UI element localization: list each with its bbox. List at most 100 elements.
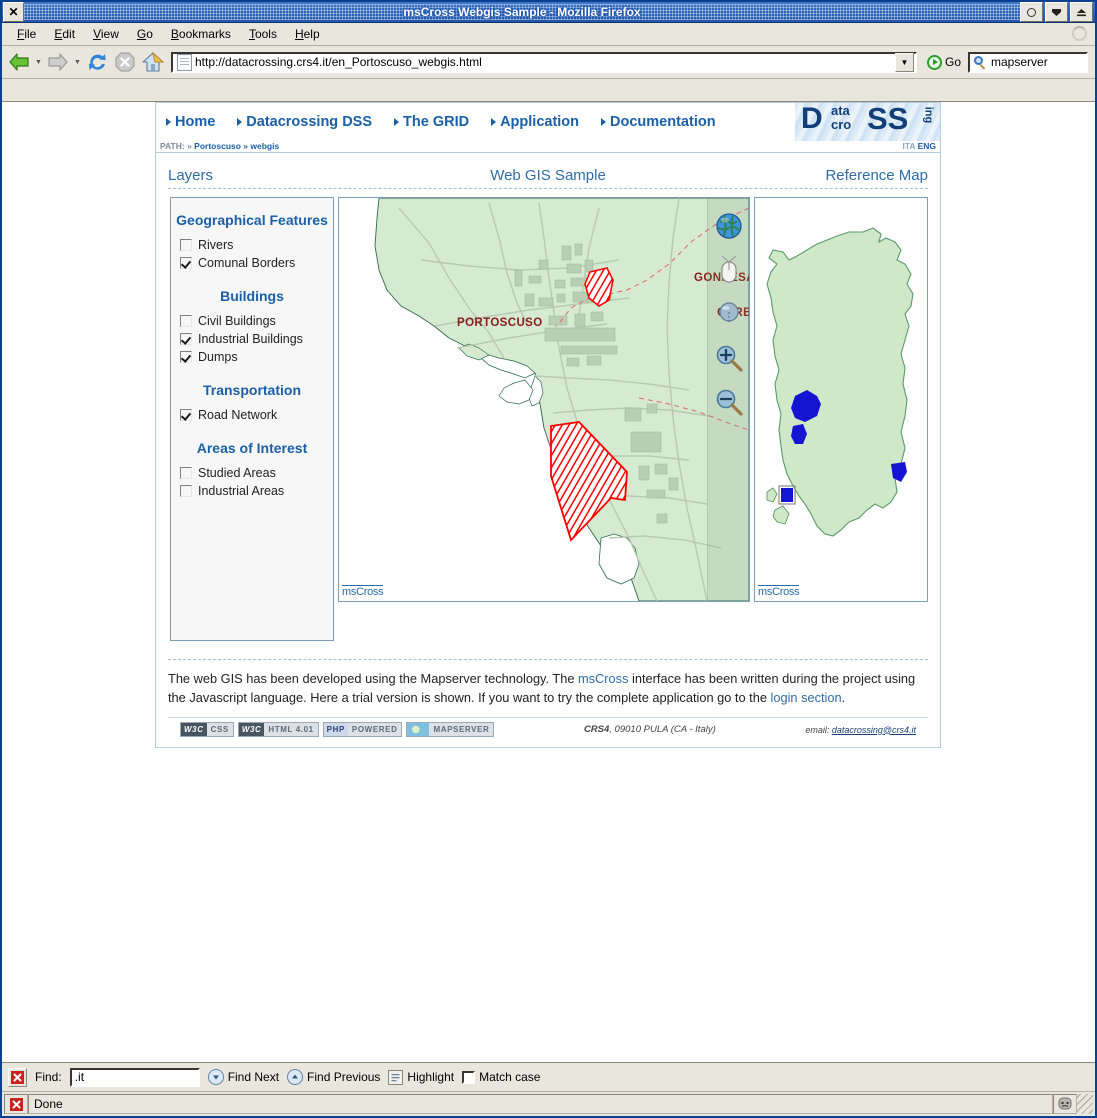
- layer-label-civil-buildings: Civil Buildings: [198, 314, 276, 328]
- layer-checkbox-row-studied-areas[interactable]: Studied Areas: [171, 464, 333, 482]
- logo-ata: ata: [831, 103, 850, 118]
- pan-mouse-icon[interactable]: [708, 248, 749, 292]
- search-icon: [973, 55, 989, 70]
- breadcrumb-crumbs[interactable]: Portoscuso » webgis: [194, 141, 279, 151]
- go-button[interactable]: Go: [922, 54, 966, 70]
- match-case-label: Match case: [479, 1070, 541, 1084]
- layer-checkbox-row-comunal-borders[interactable]: Comunal Borders: [171, 254, 333, 272]
- window-buttons: [1020, 2, 1093, 22]
- zoom-in-icon[interactable]: [708, 336, 749, 380]
- menu-edit[interactable]: Edit: [45, 25, 84, 43]
- web-page: Home Datacrossing DSS The GRID Applicati…: [155, 102, 941, 749]
- url-dropdown-icon[interactable]: ▼: [894, 52, 914, 72]
- bullet-arrow-icon: [601, 117, 607, 126]
- site-nav-documentation[interactable]: Documentation: [601, 114, 716, 130]
- find-close-button[interactable]: [8, 1067, 27, 1087]
- site-nav-home-label: Home: [175, 113, 216, 130]
- map-canvas[interactable]: PORTOSCUSO GONNESA CARBONIA: [339, 198, 749, 601]
- footer-address-rest: , 09010 PULA (CA - Italy): [609, 724, 716, 736]
- map-label-portoscuso: PORTOSCUSO: [457, 317, 543, 329]
- badge-w3c-html[interactable]: W3C HTML 4.01: [237, 722, 319, 738]
- menu-bookmarks[interactable]: Bookmarks: [162, 25, 240, 43]
- badge-mapserver[interactable]: MAPSERVER: [406, 722, 495, 738]
- back-arrow-icon[interactable]: [6, 49, 32, 75]
- info-icon[interactable]: [708, 292, 749, 336]
- lang-eng[interactable]: ENG: [918, 141, 936, 151]
- footer-text-3: .: [841, 689, 846, 705]
- checkbox-dumps[interactable]: [180, 351, 192, 363]
- match-case-toggle[interactable]: Match case: [462, 1070, 540, 1084]
- datacrossing-logo[interactable]: D ata cro SS ing: [795, 103, 940, 141]
- menu-file[interactable]: FFileile: [8, 25, 45, 43]
- layer-checkbox-row-road-network[interactable]: Road Network: [171, 406, 333, 424]
- layer-checkbox-row-rivers[interactable]: Rivers: [171, 236, 333, 254]
- globe-icon[interactable]: [708, 204, 749, 248]
- find-previous-button[interactable]: Find Previous: [287, 1069, 380, 1085]
- url-text[interactable]: http://datacrossing.crs4.it/en_Portoscus…: [195, 55, 895, 69]
- footer-link-mscross[interactable]: msCross: [578, 671, 628, 686]
- page-body: Layers Web GIS Sample Reference Map Geog…: [155, 153, 941, 749]
- checkbox-civil-buildings[interactable]: [180, 315, 192, 327]
- badge-php-key: PHP: [323, 723, 348, 737]
- highlight-button[interactable]: Highlight: [388, 1069, 454, 1085]
- checkbox-road-network[interactable]: [180, 409, 192, 421]
- bullet-arrow-icon: [394, 117, 400, 126]
- menu-help[interactable]: Help: [286, 25, 329, 43]
- layer-checkbox-row-dumps[interactable]: Dumps: [171, 348, 333, 366]
- menu-view[interactable]: View: [84, 25, 128, 43]
- find-next-label: Find Next: [227, 1070, 280, 1084]
- badge-php-powered[interactable]: PHP POWERED: [322, 722, 403, 738]
- window-minimize-button[interactable]: [1020, 2, 1043, 22]
- chevron-down-icon: [207, 1069, 224, 1085]
- status-text: Done: [28, 1094, 1053, 1114]
- site-nav-the-grid[interactable]: The GRID: [394, 114, 469, 130]
- window-maximize-button[interactable]: [1045, 2, 1068, 22]
- search-value[interactable]: mapserver: [991, 55, 1048, 69]
- footer-badges: W3C CSS W3C HTML 4.01 PHP POWERED MAPSER…: [168, 717, 928, 747]
- checkbox-industrial-areas[interactable]: [180, 485, 192, 497]
- find-next-button[interactable]: Find Next: [207, 1069, 280, 1085]
- layer-checkbox-row-civil-buildings[interactable]: Civil Buildings: [171, 312, 333, 330]
- find-input[interactable]: .it: [69, 1067, 200, 1087]
- checkbox-rivers[interactable]: [180, 239, 192, 251]
- status-bar: Done: [2, 1091, 1095, 1116]
- site-nav-datacrossing-dss[interactable]: Datacrossing DSS: [237, 114, 372, 130]
- badge-w3c-css[interactable]: W3C CSS: [180, 722, 234, 738]
- page-title: Web GIS Sample: [490, 167, 606, 184]
- home-icon[interactable]: [140, 49, 166, 75]
- footer-link-login-section[interactable]: login section: [771, 690, 842, 705]
- window-restore-button[interactable]: [1070, 2, 1093, 22]
- breadcrumb-text: PATH: » Portoscuso » webgis: [160, 141, 279, 151]
- checkbox-match-case[interactable]: [462, 1070, 476, 1084]
- search-input[interactable]: mapserver: [968, 51, 1088, 73]
- title-bar-drag-area[interactable]: msCross Webgis Sample - Mozilla Firefox: [24, 4, 1020, 20]
- menu-go[interactable]: Go: [128, 25, 162, 43]
- footer-email-address[interactable]: datacrossing@crs4.it: [832, 725, 916, 735]
- reference-map-canvas[interactable]: [755, 198, 927, 601]
- badge-w3c-html-key: W3C: [238, 723, 265, 737]
- checkbox-comunal-borders[interactable]: [180, 257, 192, 269]
- site-navigation: Home Datacrossing DSS The GRID Applicati…: [155, 102, 941, 141]
- checkbox-industrial-buildings[interactable]: [180, 333, 192, 345]
- site-nav-application[interactable]: Application: [491, 114, 579, 130]
- url-bar[interactable]: http://datacrossing.crs4.it/en_Portoscus…: [171, 51, 917, 73]
- resize-grip[interactable]: [1077, 1094, 1093, 1114]
- back-history-dropdown-icon[interactable]: ▼: [34, 49, 43, 75]
- site-nav-home[interactable]: Home: [166, 114, 215, 130]
- security-face-icon[interactable]: [1053, 1094, 1077, 1114]
- breadcrumb-prefix: PATH: »: [160, 141, 195, 151]
- layer-checkbox-row-industrial-areas[interactable]: Industrial Areas: [171, 482, 333, 500]
- window-close-button[interactable]: ✕: [3, 2, 24, 22]
- reference-map[interactable]: msCross: [754, 197, 928, 602]
- reload-icon[interactable]: [84, 49, 110, 75]
- forward-history-dropdown-icon: ▼: [74, 58, 81, 66]
- menu-tools[interactable]: Tools: [240, 25, 286, 43]
- main-map[interactable]: PORTOSCUSO GONNESA CARBONIA: [338, 197, 750, 602]
- zoom-out-icon[interactable]: [708, 380, 749, 424]
- forward-arrow-icon: [45, 49, 71, 75]
- lang-ita[interactable]: ITA: [902, 141, 915, 151]
- layer-group-title-areas-of-interest: Areas of Interest: [196, 440, 308, 456]
- layer-label-industrial-buildings: Industrial Buildings: [198, 332, 303, 346]
- checkbox-studied-areas[interactable]: [180, 467, 192, 479]
- layer-checkbox-row-industrial-buildings[interactable]: Industrial Buildings: [171, 330, 333, 348]
